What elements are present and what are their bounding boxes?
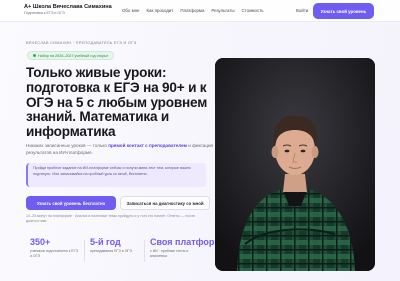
main-nav: Обо мне Как проходит Платформа Результат… bbox=[122, 8, 264, 13]
trial-info-box: Пройди пробное задание на ИИ-платформе с… bbox=[26, 163, 206, 187]
enrollment-badge: Набор на 2026–2027 учебный год открыт bbox=[27, 51, 115, 60]
nav-item-platform[interactable]: Платформа bbox=[180, 8, 204, 13]
hero-subtitle-prefix: Никаких записанных уроков — только bbox=[26, 143, 109, 148]
brand-title: А+ Школа Вячеслава Симахина bbox=[24, 4, 112, 10]
enrollment-badge-text: Набор на 2026–2027 учебный год открыт bbox=[38, 53, 109, 58]
stat-years-caption: преподавания ЕГЭ и ОГЭ bbox=[90, 249, 132, 253]
hero-headline: Только живые уроки: подготовка к ЕГЭ на … bbox=[26, 65, 208, 140]
book-diagnostic-button[interactable]: Записаться на диагностику со мной bbox=[120, 196, 210, 210]
hero-eyebrow: ВЯЧЕСЛАВ СИМАХИН · ПРЕПОДАВАТЕЛЬ ЕГЭ И О… bbox=[26, 41, 137, 45]
stat-students-caption: учеников подготовлено к ЕГЭ и ОГЭ bbox=[30, 249, 79, 258]
stat-students: 350+ учеников подготовлено к ЕГЭ и ОГЭ bbox=[30, 238, 78, 258]
brand-logo[interactable]: А+ Школа Вячеслава Симахина Подготовка к… bbox=[24, 4, 112, 15]
teacher-photo bbox=[215, 58, 375, 271]
nav-item-how-it-works[interactable]: Как проходит bbox=[146, 8, 173, 13]
stat-divider bbox=[84, 240, 85, 262]
brand-subtitle: Подготовка к ЕГЭ и ОГЭ bbox=[24, 11, 65, 15]
hero-subtitle-highlight: прямой контакт с преподавателем bbox=[108, 143, 187, 148]
header-cta-button[interactable]: Узнать свой уровень bbox=[313, 3, 374, 19]
site-header: А+ Школа Вячеслава Симахина Подготовка к… bbox=[0, 0, 400, 22]
stat-years-value: 5-й год bbox=[90, 237, 121, 247]
stat-platform: Своя платформа с ИИ · пробные тесты и ан… bbox=[150, 237, 226, 258]
free-level-test-button[interactable]: Узнать свой уровень бесплатно bbox=[26, 196, 116, 210]
stat-divider bbox=[144, 240, 145, 262]
nav-item-pricing[interactable]: Стоимость bbox=[242, 8, 264, 13]
stat-platform-caption: с ИИ · пробные тесты и аналитика bbox=[150, 249, 189, 258]
stat-students-value: 350+ bbox=[30, 237, 51, 247]
teacher-portrait-image bbox=[215, 58, 375, 271]
login-link[interactable]: Войти bbox=[296, 8, 308, 13]
nav-item-results[interactable]: Результаты bbox=[211, 8, 234, 13]
hero-subtitle: Никаких записанных уроков — только прямо… bbox=[26, 142, 216, 156]
stat-years: 5-й год преподавания ЕГЭ и ОГЭ bbox=[90, 238, 138, 254]
stat-platform-value: Своя платформа bbox=[150, 237, 226, 247]
cta-footnote: 10–25 минут на платформе · Анализ и поле… bbox=[26, 214, 196, 224]
nav-item-about[interactable]: Обо мне bbox=[122, 8, 139, 13]
status-dot-icon bbox=[33, 54, 36, 57]
